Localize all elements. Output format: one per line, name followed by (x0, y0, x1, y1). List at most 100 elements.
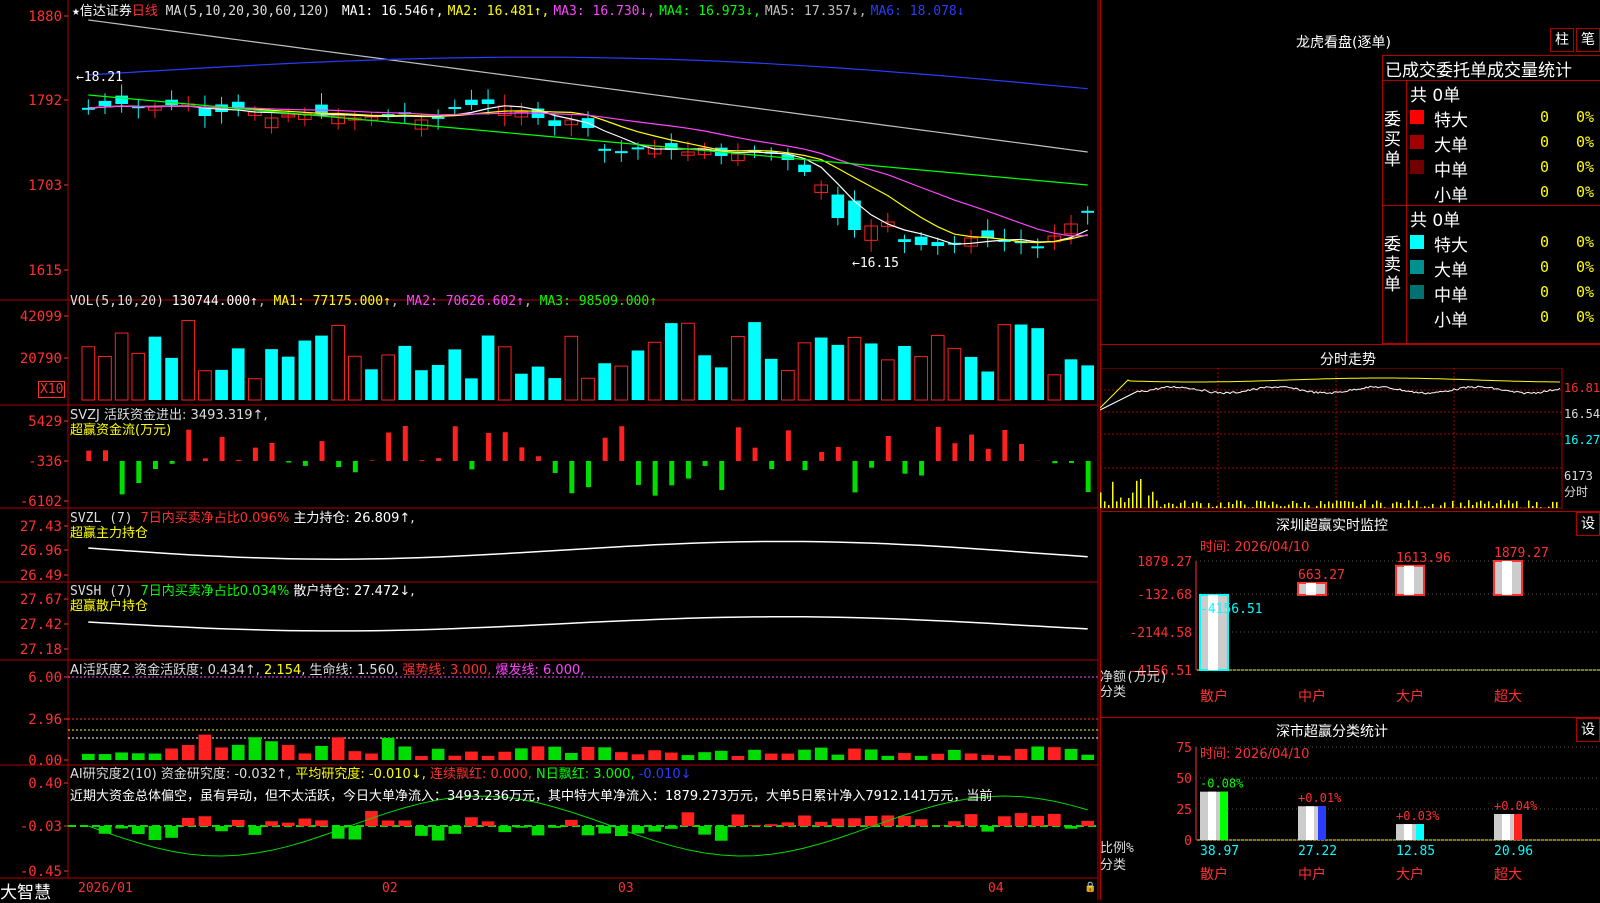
ai2-bar (682, 812, 695, 826)
monitor-chart[interactable]: 1879.27-132.68-2144.58-4156.51-4156.51散户… (1100, 536, 1600, 716)
classify-bar-1 (1200, 792, 1228, 840)
ai1-bar (548, 747, 561, 760)
ai2-bar (249, 826, 262, 835)
fenshi-volume-bar (1384, 507, 1386, 508)
svzj-bar (86, 451, 91, 461)
fenshi-volume-bar (1424, 506, 1426, 508)
svzl-axis-tick: 26.96 (20, 543, 62, 559)
volume-bar (299, 341, 312, 400)
ma-label-1: MA1: 16.546↑, (342, 4, 444, 19)
svzl-axis-tick: 26.49 (20, 568, 62, 584)
volume-bar (998, 325, 1011, 400)
svzj-bar (603, 438, 608, 461)
ai2-bar (465, 817, 478, 826)
svzj-bars (86, 426, 1090, 496)
ma-label-6: MA6: 18.078↓ (871, 4, 965, 19)
volume-bar (1031, 328, 1044, 400)
volume-bar (165, 358, 178, 400)
fenshi-volume-bar (1328, 501, 1330, 508)
sell-row-name: 中单 (1434, 281, 1468, 306)
ai1-bar (682, 755, 695, 760)
vol-unit[interactable]: X10 (38, 381, 65, 398)
ai1-bar (365, 754, 378, 760)
fenshi-volume-bar (1136, 481, 1138, 508)
fenshi-volume-bar (1228, 502, 1230, 508)
monitor-ylabel: 净额(万元) (1100, 670, 1168, 685)
svzj-sub: 超赢资金流(万元) (70, 419, 171, 438)
volume-bar (199, 371, 212, 400)
svzj-bar (153, 461, 158, 469)
classify-settings-button[interactable]: 设 (1576, 718, 1600, 742)
ai2-header: AI研究度2(10) 资金研究度: -0.032↑, 平均研究度: -0.010… (70, 763, 692, 782)
lock-icon[interactable]: 🔒 (1084, 882, 1096, 893)
volume-bar (249, 379, 262, 400)
fenshi-chart[interactable]: 16.8116.5416.276173分时 (1100, 368, 1600, 510)
fenshi-volume-bar (1268, 505, 1270, 508)
candle (798, 165, 811, 172)
ai1-bar (698, 752, 711, 760)
svzl-sub: 超赢主力持仓 (70, 522, 148, 541)
monitor-bar-2 (1298, 583, 1326, 595)
fenshi-volume-bar (1188, 507, 1190, 508)
ai1-axis-tick: 0.00 (28, 753, 62, 769)
classify-value-label: 38.97 (1200, 844, 1239, 859)
svzj-bar (303, 461, 308, 466)
monitor-settings-button[interactable]: 设 (1576, 512, 1600, 536)
classify-value-label: 20.96 (1494, 844, 1533, 859)
volume-bar (632, 350, 645, 400)
volume-bar (582, 378, 595, 400)
longhu-tabs[interactable]: 已成交委托单成交量统计 (1382, 55, 1600, 81)
fenshi-volume-bar (1172, 504, 1174, 508)
ai1-bar (565, 753, 578, 760)
volume-bar (482, 336, 495, 400)
svzj-bar (369, 460, 374, 461)
brand-logo[interactable]: 大智慧 (0, 878, 51, 903)
volume-bar (898, 346, 911, 400)
fenshi-volume-bar (1408, 500, 1410, 508)
ai1-bar (1048, 747, 1061, 760)
fenshi-volume-bar (1284, 506, 1286, 508)
date-label-jan: 2026/01 (78, 881, 133, 896)
fenshi-volume-bar (1528, 501, 1530, 508)
ma-label-3: MA3: 16.730↓, (553, 4, 655, 19)
svzj-bar (103, 450, 108, 461)
fenshi-volume-bar (1416, 501, 1418, 508)
classify-chart[interactable]: 7550250-0.08%38.97散户+0.01%27.22中户+0.03%1… (1100, 742, 1600, 900)
fenshi-volume-bar (1508, 500, 1510, 508)
fenshi-frame (1100, 368, 1562, 508)
monitor-bar-label: 1879.27 (1494, 546, 1549, 561)
candle (1081, 211, 1094, 213)
svzj-axis-tick: 5429 (28, 414, 62, 430)
ai2-bar (732, 814, 745, 826)
monitor-bar-label: 663.27 (1298, 568, 1345, 583)
ai1-bar (115, 752, 128, 760)
svzj-bar (186, 430, 191, 461)
tick-mode-button[interactable]: 笔 (1576, 28, 1600, 52)
classify-axis-tick: 75 (1176, 742, 1192, 756)
ai1-bar (632, 754, 645, 760)
fenshi-volume-bar (1488, 501, 1490, 508)
fenshi-volume-bar (1220, 502, 1222, 508)
ai2-bar (815, 822, 828, 826)
monitor-category: 中户 (1298, 688, 1326, 705)
ai1-bar (615, 752, 628, 760)
monitor-axis-tick: -132.68 (1137, 588, 1192, 603)
svzj-bar (403, 426, 408, 461)
fenshi-volume-bar (1516, 501, 1518, 508)
fenshi-volume-bar (1132, 493, 1134, 508)
fenshi-volume-bar (1364, 500, 1366, 508)
svsh-axis-tick: 27.42 (20, 617, 62, 633)
ai1-bar (915, 756, 928, 760)
bar-mode-button[interactable]: 柱 (1550, 28, 1574, 52)
stock-name[interactable]: ★信达证券 (72, 4, 132, 19)
ai1-bar (448, 756, 461, 760)
period-label[interactable]: 日线 (132, 4, 158, 19)
ai2-bar (898, 816, 911, 826)
monitor-bar-3 (1396, 566, 1424, 595)
svzj-bar (170, 461, 175, 464)
fenshi-volume-bar (1324, 504, 1326, 508)
ai2-bar (698, 826, 711, 835)
fenshi-volume-bar (1432, 504, 1434, 508)
fenshi-axis-tick: 16.54 (1564, 407, 1600, 421)
ai1-bar (182, 745, 195, 760)
